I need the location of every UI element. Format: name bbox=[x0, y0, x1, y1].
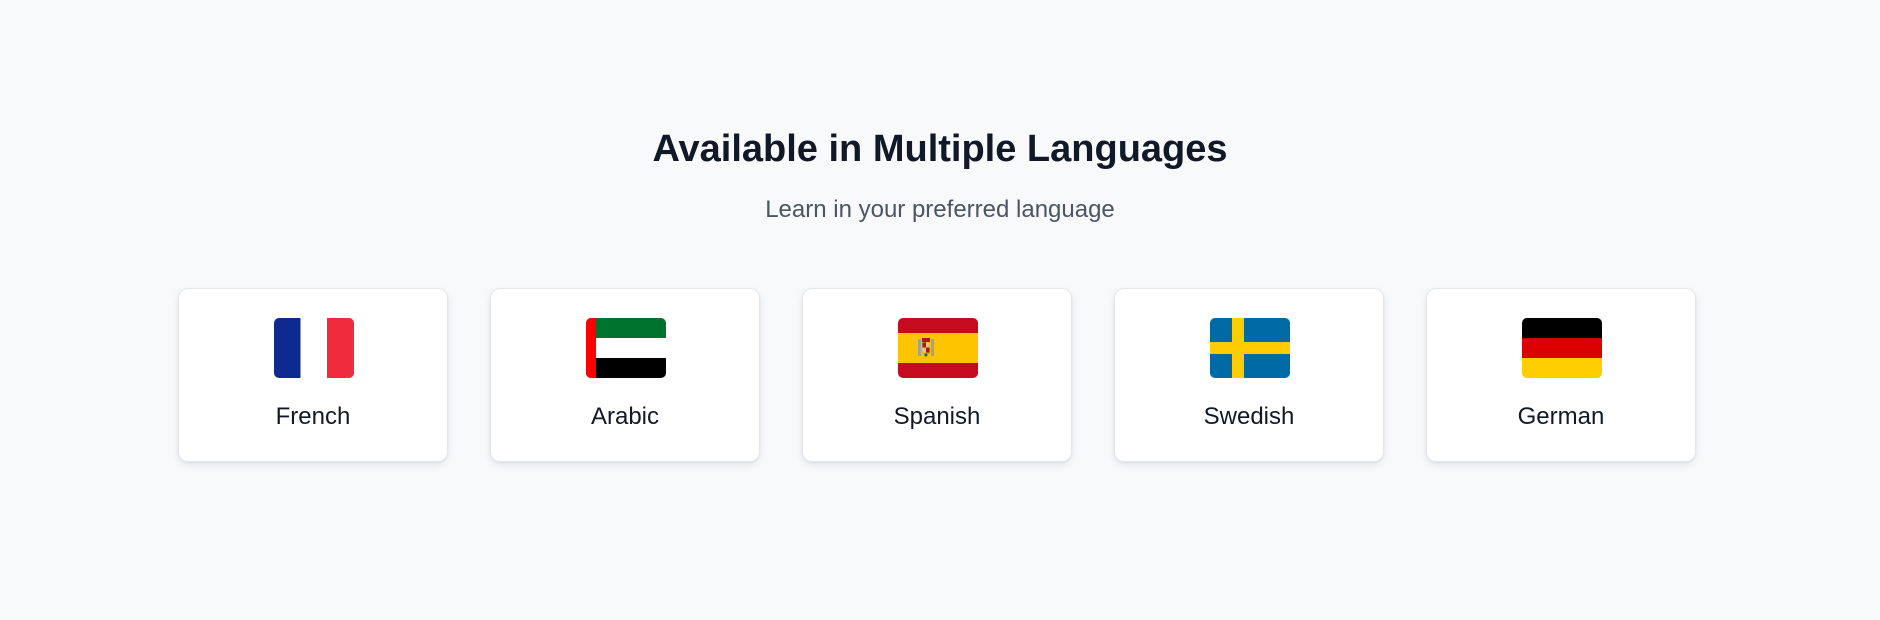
languages-section: Available in Multiple Languages Learn in… bbox=[0, 0, 1880, 620]
language-card-spanish[interactable]: Spanish bbox=[802, 288, 1072, 462]
language-card-french[interactable]: French bbox=[178, 288, 448, 462]
germany-flag-icon bbox=[1522, 318, 1602, 378]
language-card-german[interactable]: German bbox=[1426, 288, 1696, 462]
language-name: German bbox=[1517, 403, 1605, 430]
uae-flag-icon bbox=[586, 318, 666, 378]
france-flag-icon bbox=[274, 318, 354, 378]
language-name: Swedish bbox=[1203, 403, 1295, 430]
language-name: Spanish bbox=[893, 403, 981, 430]
language-card-swedish[interactable]: Swedish bbox=[1114, 288, 1384, 462]
section-subtitle: Learn in your preferred language bbox=[765, 196, 1115, 223]
section-title: Available in Multiple Languages bbox=[652, 128, 1228, 170]
sweden-flag-icon bbox=[1210, 318, 1290, 378]
language-card-arabic[interactable]: Arabic bbox=[490, 288, 760, 462]
language-name: Arabic bbox=[590, 403, 660, 430]
spain-flag-icon bbox=[898, 318, 978, 378]
language-card-list: French Arabic Spanish Swedish German bbox=[178, 288, 1696, 462]
language-name: French bbox=[275, 403, 351, 430]
